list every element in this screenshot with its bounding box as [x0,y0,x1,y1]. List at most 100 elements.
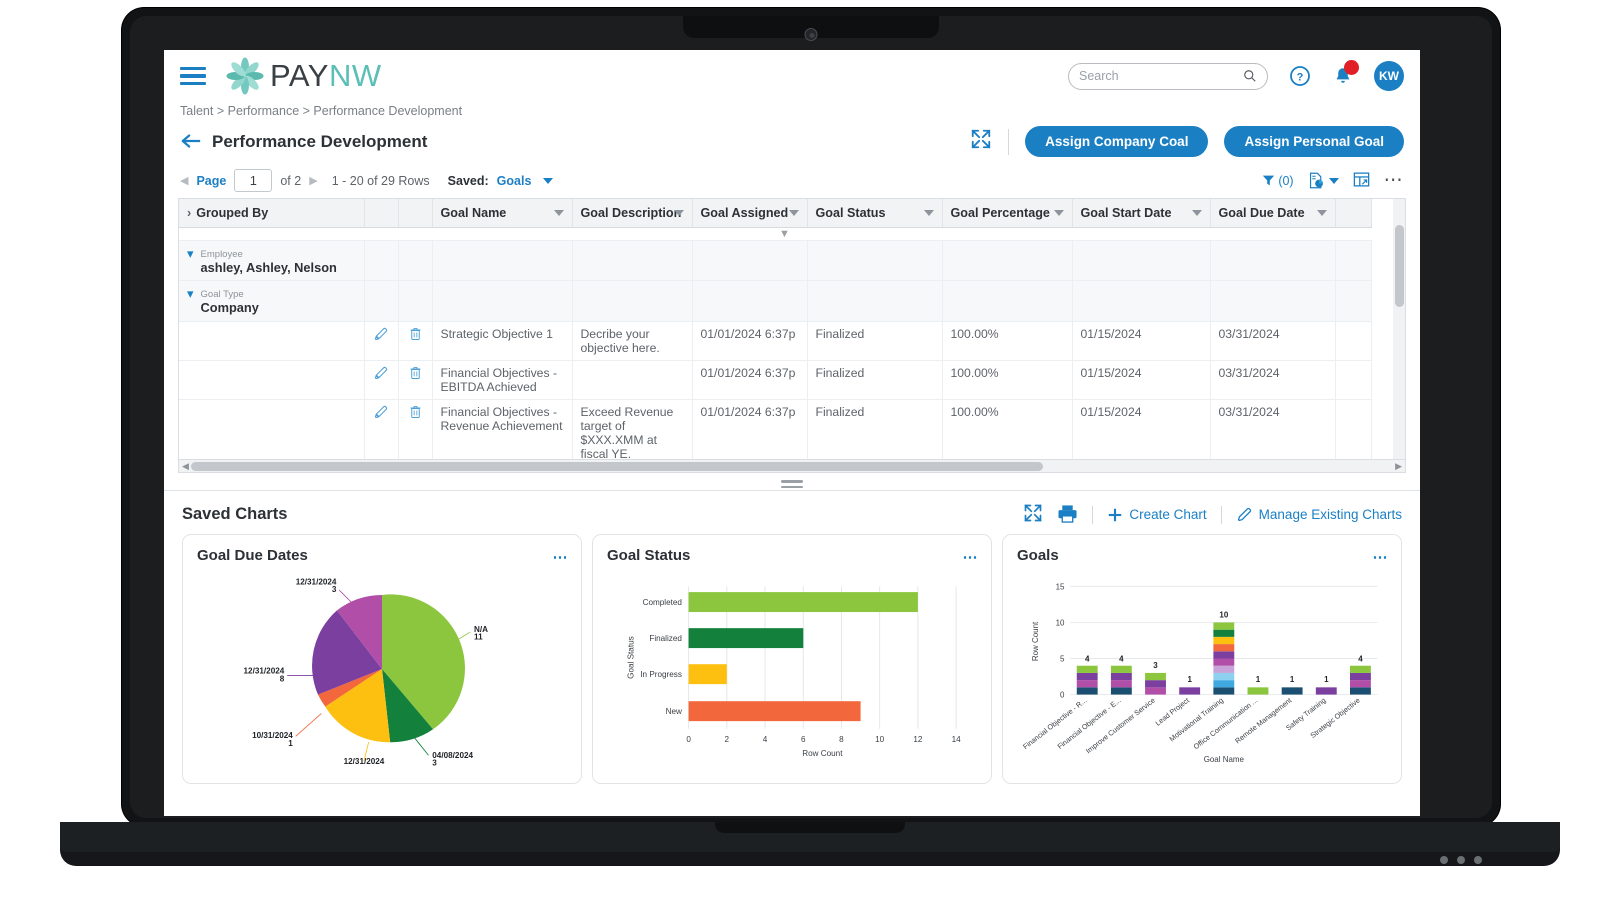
manage-charts-label: Manage Existing Charts [1258,507,1402,522]
col-goal-description[interactable]: Goal Description [572,199,693,228]
manage-existing-charts-button[interactable]: Manage Existing Charts [1236,506,1402,523]
pencil-icon[interactable] [373,326,389,342]
chart-card-goal-due-dates: Goal Due Dates ⋯ 12/31/2024 3 N/A 11 12/… [182,534,582,784]
export-button[interactable] [1308,172,1339,189]
sort-caret-icon[interactable] [788,209,799,216]
table-row[interactable]: Strategic Objective 1 Decribe your objec… [179,321,1372,362]
column-resize-handle[interactable]: ▼ [779,228,790,240]
bars: 4 4 3 1 10 1 1 1 4 [1076,611,1371,695]
col-goal-assigned[interactable]: Goal Assigned [692,199,808,228]
edit-cell[interactable] [364,399,399,459]
cell-goal-assigned: 01/01/2024 6:37p [692,360,808,401]
trash-icon[interactable] [408,404,423,419]
paynw-logo[interactable]: PAYNW [226,57,382,95]
col-goal-percentage[interactable]: Goal Percentage [942,199,1073,228]
search-box[interactable] [1068,62,1268,90]
sort-caret-icon[interactable] [553,209,564,216]
bar-completed [688,592,918,613]
chevron-down-icon[interactable]: ▾ [187,246,194,263]
x-tick-label: Financial Objective - R... [1021,696,1088,751]
trash-icon[interactable] [408,365,423,380]
page-number-input[interactable] [234,169,273,192]
edit-cell[interactable] [364,360,399,401]
hamburger-icon[interactable] [180,66,206,86]
filter-button[interactable]: (0) [1262,174,1294,188]
create-chart-button[interactable]: Create Chart [1107,507,1207,523]
delete-cell[interactable] [398,399,433,459]
printer-icon[interactable] [1057,504,1078,526]
saved-charts-actions: Create Chart Manage Existing Charts [1023,503,1402,526]
notification-badge [1344,59,1359,75]
help-circle-icon[interactable]: ? [1288,64,1312,88]
saved-charts-title: Saved Charts [182,505,288,523]
col-goal-start-date[interactable]: Goal Start Date [1072,199,1211,228]
chevron-down-icon[interactable] [543,177,554,184]
bar-total-label: 1 [1324,675,1329,684]
pencil-icon[interactable] [373,365,389,381]
expand-icon[interactable] [1023,503,1043,526]
bell-icon[interactable] [1332,59,1359,88]
search-icon[interactable] [1243,69,1257,83]
edit-cell[interactable] [364,321,399,362]
breadcrumb[interactable]: Talent > Performance > Performance Devel… [164,102,1420,118]
delete-cell[interactable] [398,360,433,401]
pencil-icon[interactable] [373,404,389,420]
x-tick-label: 14 [952,735,962,744]
avatar[interactable]: KW [1374,61,1404,91]
group-row-employee[interactable]: ▾ Employee ashley, Ashley, Nelson [179,240,1372,282]
screenshot-root: PAYNW ? [0,0,1622,922]
grid-horizontal-scroll-thumb[interactable] [191,462,1043,471]
page-title: Performance Development [212,131,428,151]
stacked-bar-office-communication [1247,687,1269,695]
cell-goal-status: Finalized [807,321,943,362]
search-input[interactable] [1079,69,1243,83]
grid-vertical-scrollbar[interactable] [1393,199,1405,459]
assign-personal-goal-button[interactable]: Assign Personal Goal [1224,126,1404,157]
bar-total-label: 3 [1153,661,1158,670]
grid-vertical-scroll-thumb[interactable] [1395,225,1404,307]
saved-view-value[interactable]: Goals [497,174,532,188]
table-spacer-row: ▼ [179,227,1371,241]
stacked-bar-financial-objective-r [1076,665,1098,695]
page-title-row: Performance Development Assign Company C [164,118,1420,161]
sort-caret-icon[interactable] [673,209,684,216]
group-kind: Employee [200,248,243,260]
table-row[interactable]: Financial Objectives - EBITDA Achieved 0… [179,360,1372,401]
col-grouped-by[interactable]: › Grouped By [179,199,365,228]
scroll-right-icon[interactable]: ▶ [1395,461,1402,472]
sort-caret-icon[interactable] [1316,209,1327,216]
next-page-icon[interactable]: ▶ [309,174,317,187]
expand-icon[interactable] [970,128,992,155]
title-actions: Assign Company Coal Assign Personal Goal [970,126,1404,157]
col-goal-due-date[interactable]: Goal Due Date [1210,199,1336,228]
ellipsis-icon[interactable]: ⋯ [1384,171,1404,189]
col-goal-status[interactable]: Goal Status [807,199,943,228]
cell-goal-name: Strategic Objective 1 [432,321,573,362]
cell-goal-name: Financial Objectives - Revenue Achieveme… [432,399,573,459]
chevron-down-icon[interactable]: ▾ [187,286,194,303]
y-tick-labels: 15 10 5 0 [1056,582,1065,699]
trash-icon[interactable] [408,326,423,341]
pie-label-name: 12/31/2024 [344,757,385,766]
laptop-base-surface [60,822,1560,852]
sort-caret-icon[interactable] [1191,209,1202,216]
col-goal-name[interactable]: Goal Name [432,199,573,228]
panel-splitter[interactable] [164,480,1420,488]
grid-horizontal-scrollbar[interactable]: ◀ ▶ [178,460,1406,473]
bar-total-label: 1 [1290,675,1295,684]
export-report-icon [1309,172,1323,189]
delete-cell[interactable] [398,321,433,362]
group-row-goal-type-company[interactable]: ▾ Goal Type Company [179,280,1372,323]
scroll-left-icon[interactable]: ◀ [182,461,189,472]
cell-goal-start-date: 01/15/2024 [1072,360,1211,401]
sort-caret-icon[interactable] [923,209,934,216]
sort-caret-icon[interactable] [1053,209,1064,216]
prev-page-icon[interactable]: ◀ [180,174,188,187]
back-arrow-icon[interactable] [180,131,202,153]
export-chevron-icon[interactable] [1328,177,1339,184]
layout-button[interactable] [1353,171,1370,191]
assign-company-goal-button[interactable]: Assign Company Coal [1025,126,1209,157]
row-range-label: 1 - 20 of 29 Rows [331,173,430,188]
table-row[interactable]: Financial Objectives - Revenue Achieveme… [179,399,1372,459]
bar-total-label: 1 [1256,675,1261,684]
